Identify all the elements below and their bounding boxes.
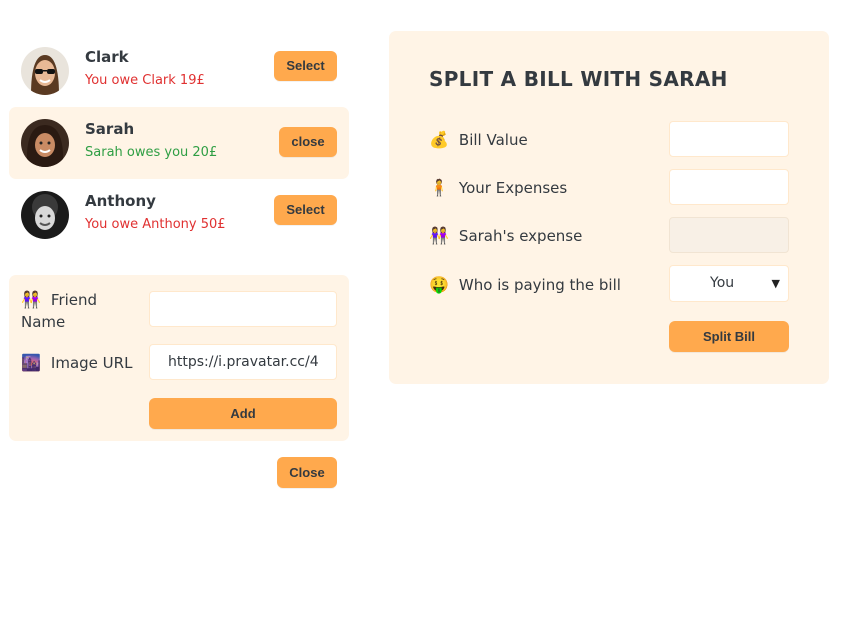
payer-selected-value: You	[710, 275, 735, 291]
money-face-icon: 🤑	[429, 275, 449, 294]
friend-balance: You owe Anthony 50£	[85, 217, 226, 232]
friends-list: Clark You owe Clark 19£ Select Sarah Sar…	[9, 35, 349, 251]
friend-name-input[interactable]	[149, 291, 337, 327]
select-friend-button[interactable]: Select	[274, 51, 337, 81]
split-bill-form: SPLIT A BILL WITH SARAH 💰 Bill Value 🧍 You…	[389, 31, 829, 384]
split-title: SPLIT A BILL WITH SARAH	[429, 67, 728, 91]
friend-balance: You owe Clark 19£	[85, 73, 205, 88]
add-friend-form: 👭Friend Name 🌆Image URL Add	[9, 275, 349, 441]
chevron-down-icon: ▼	[771, 277, 780, 290]
avatar	[21, 47, 69, 95]
bill-value-label: 💰 Bill Value	[429, 130, 528, 149]
split-bill-button[interactable]: Split Bill	[669, 321, 789, 352]
image-url-label: 🌆 Image URL	[21, 353, 133, 372]
image-url-input[interactable]	[149, 344, 337, 380]
friend-item-clark: Clark You owe Clark 19£ Select	[9, 35, 349, 107]
bill-value-input[interactable]	[669, 121, 789, 157]
friend-name: Sarah	[85, 120, 135, 138]
friend-name: Anthony	[85, 192, 156, 210]
payer-select[interactable]: You ▼	[669, 265, 789, 302]
avatar	[21, 191, 69, 239]
your-expense-input[interactable]	[669, 169, 789, 205]
person-icon: 🧍	[429, 178, 449, 197]
your-expense-label: 🧍 Your Expenses	[429, 178, 568, 197]
friend-expense-label: 👭 Sarah's expense	[429, 226, 583, 245]
friend-name-label: 👭 Friend Name	[21, 290, 98, 331]
friend-name: Clark	[85, 48, 129, 66]
close-form-button[interactable]: Close	[277, 457, 337, 488]
payer-label: 🤑 Who is paying the bill	[429, 275, 621, 294]
friend-item-sarah: Sarah Sarah owes you 20£ close	[9, 107, 349, 179]
avatar	[21, 119, 69, 167]
people-icon: 👭	[429, 226, 449, 245]
money-bag-icon: 💰	[429, 130, 449, 149]
friend-balance: Sarah owes you 20£	[85, 145, 218, 160]
people-emoji-icon: 👭	[21, 290, 41, 309]
select-friend-button[interactable]: Select	[274, 195, 337, 225]
image-emoji-icon: 🌆	[21, 353, 41, 372]
add-friend-button[interactable]: Add	[149, 398, 337, 429]
close-friend-button[interactable]: close	[279, 127, 337, 157]
friend-expense-input	[669, 217, 789, 253]
friend-item-anthony: Anthony You owe Anthony 50£ Select	[9, 179, 349, 251]
